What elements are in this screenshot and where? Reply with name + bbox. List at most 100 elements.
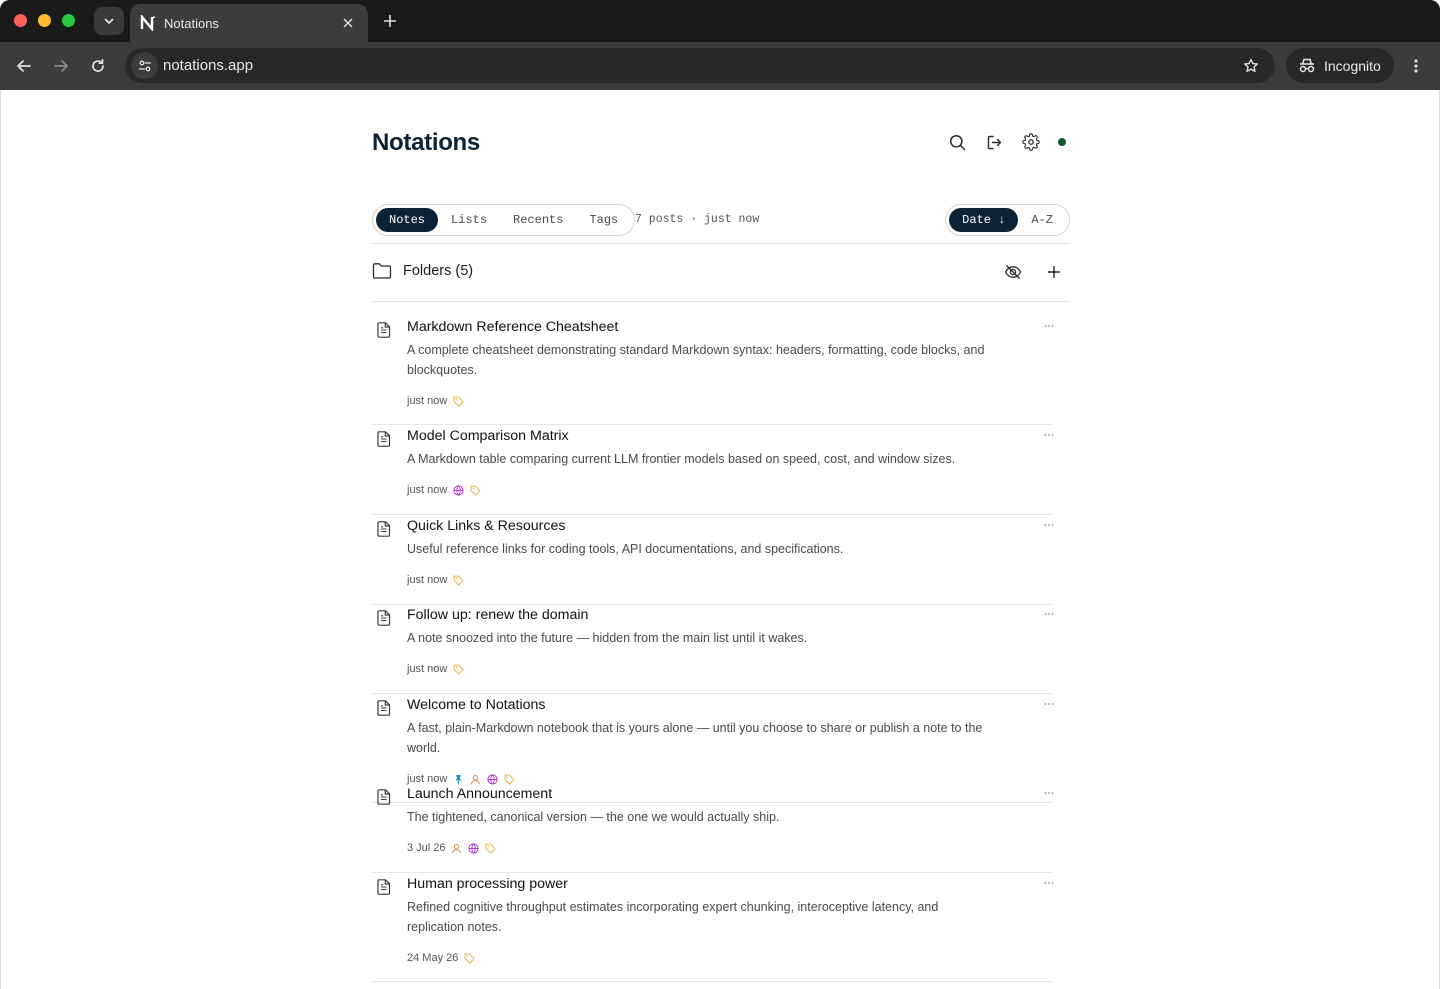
browser-menu-button[interactable] <box>1406 54 1426 78</box>
note-date: just now <box>407 395 448 407</box>
note-description: A complete cheatsheet demonstrating stan… <box>407 343 985 377</box>
tab-search-button[interactable] <box>94 7 124 35</box>
note-title[interactable]: Welcome to Notations <box>407 697 546 713</box>
tune-icon <box>138 60 151 71</box>
document-icon <box>375 321 393 339</box>
more-options-icon[interactable] <box>1044 320 1060 330</box>
tag-icon <box>452 663 464 675</box>
divider <box>372 243 1070 244</box>
note-date: just now <box>407 484 448 496</box>
arrow-right-icon <box>54 60 68 72</box>
person-icon <box>469 773 481 785</box>
tab-lists[interactable]: Lists <box>438 208 500 232</box>
tab-strip: Notations <box>0 0 1440 42</box>
document-icon <box>375 430 393 448</box>
note-divider <box>372 802 1052 803</box>
page-content: Notations Notes Lists Recents Tags 7 pos… <box>0 90 1440 989</box>
url-text: notations.app <box>163 57 254 74</box>
globe-icon <box>486 773 498 785</box>
note-title[interactable]: Launch Announcement <box>407 786 552 802</box>
reload-button[interactable] <box>86 54 110 78</box>
tag-icon <box>452 395 464 407</box>
folders-label: Folders (5) <box>403 263 474 279</box>
app-logo[interactable]: Notations <box>372 129 480 157</box>
reload-icon <box>92 58 104 72</box>
view-tabs: Notes Lists Recents Tags <box>372 204 636 236</box>
note-description: Refined cognitive throughput estimates i… <box>407 900 939 934</box>
note-divider <box>372 514 1052 515</box>
sort-date-button[interactable]: Date ↓ <box>949 208 1019 232</box>
globe-icon <box>452 484 464 496</box>
search-button[interactable] <box>946 131 968 153</box>
post-count-meta: 7 posts · just now <box>635 213 760 226</box>
tab-recents[interactable]: Recents <box>500 208 576 232</box>
incognito-badge[interactable]: Incognito <box>1286 48 1394 83</box>
tag-icon <box>503 773 515 785</box>
document-icon <box>375 609 393 627</box>
more-options-icon[interactable] <box>1044 519 1060 529</box>
note-title[interactable]: Markdown Reference Cheatsheet <box>407 319 618 335</box>
forward-button[interactable] <box>49 54 73 78</box>
note-meta: just now <box>407 773 515 785</box>
tag-icon <box>485 842 497 854</box>
more-options-icon[interactable] <box>1044 429 1060 439</box>
note-divider <box>372 872 1052 873</box>
search-icon <box>949 134 965 150</box>
maximize-window-button[interactable] <box>62 14 75 27</box>
tag-icon <box>463 952 475 964</box>
incognito-label: Incognito <box>1324 57 1381 74</box>
close-tab-icon[interactable] <box>340 15 356 31</box>
pin-icon <box>452 773 464 785</box>
note-date: 3 Jul 26 <box>407 842 446 854</box>
note-divider <box>372 424 1052 425</box>
note-title[interactable]: Quick Links & Resources <box>407 518 566 534</box>
more-options-icon[interactable] <box>1044 608 1060 618</box>
tab-tags[interactable]: Tags <box>576 208 631 232</box>
note-date: just now <box>407 663 448 675</box>
note-meta: just now <box>407 663 464 675</box>
star-icon <box>1244 58 1258 73</box>
add-folder-button[interactable] <box>1044 262 1064 282</box>
note-title[interactable]: Follow up: renew the domain <box>407 607 588 623</box>
note-date: just now <box>407 574 448 586</box>
minimize-window-button[interactable] <box>38 14 51 27</box>
toggle-hidden-folders-button[interactable] <box>1003 262 1023 282</box>
sign-out-icon <box>987 135 1001 149</box>
new-tab-button[interactable] <box>380 10 400 32</box>
globe-icon <box>468 842 480 854</box>
tab-title: Notations <box>164 15 219 31</box>
browser-tab[interactable]: Notations <box>130 4 368 42</box>
folders-row[interactable]: Folders (5) <box>372 258 1070 286</box>
sort-az-button[interactable]: A-Z <box>1018 208 1066 232</box>
document-icon <box>375 878 393 896</box>
more-options-icon[interactable] <box>1044 787 1060 797</box>
incognito-icon <box>1299 58 1315 72</box>
note-meta: just now <box>407 484 481 496</box>
note-meta: 24 May 26 <box>407 952 475 964</box>
settings-button[interactable] <box>1020 131 1042 153</box>
gear-icon <box>1022 133 1040 151</box>
tab-notes[interactable]: Notes <box>376 208 439 232</box>
document-icon <box>375 520 393 538</box>
note-title[interactable]: Model Comparison Matrix <box>407 428 569 444</box>
site-info-button[interactable] <box>131 52 158 79</box>
address-bar[interactable]: notations.app <box>125 48 1275 83</box>
note-description: A fast, plain-Markdown notebook that is … <box>407 721 983 755</box>
note-meta: just now <box>407 574 464 586</box>
folder-icon <box>372 263 392 279</box>
more-options-icon[interactable] <box>1044 698 1060 708</box>
sign-out-button[interactable] <box>983 131 1005 153</box>
close-window-button[interactable] <box>14 14 27 27</box>
more-options-icon[interactable] <box>1044 877 1060 887</box>
bookmark-button[interactable] <box>1241 56 1261 76</box>
back-button[interactable] <box>12 54 36 78</box>
document-icon <box>375 788 393 806</box>
note-title[interactable]: Human processing power <box>407 876 568 892</box>
note-divider <box>372 981 1052 982</box>
app-header: Notations <box>372 128 1070 156</box>
note-divider <box>372 693 1052 694</box>
note-date: just now <box>407 773 448 785</box>
note-divider <box>372 604 1052 605</box>
eye-off-icon <box>1004 265 1022 279</box>
arrow-left-icon <box>17 60 31 72</box>
